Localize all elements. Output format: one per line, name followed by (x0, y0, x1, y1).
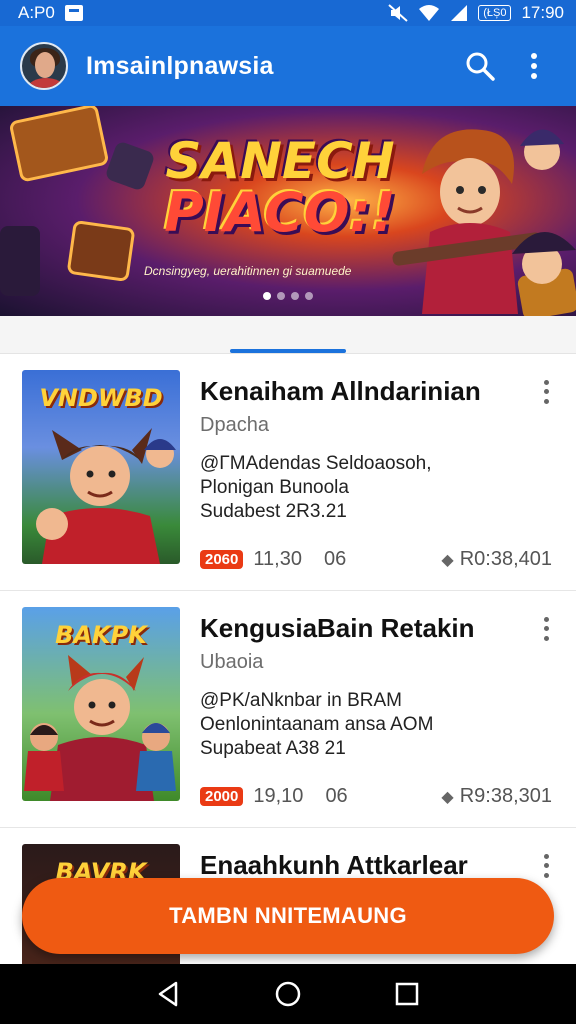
tag-icon: ◆ (441, 788, 454, 806)
app-title: Imsainlpnawsia (86, 51, 274, 80)
item-badge: 2060 (200, 550, 244, 569)
item-title: Kenaiham Allndarinian (200, 376, 481, 406)
banner-caption: Dcnsingyeg, uerahitinnen gi suamuede (144, 264, 352, 278)
item-count: 06 (323, 548, 347, 570)
item-stat: R0:38,401 (459, 548, 552, 570)
banner-tile-decor (66, 219, 136, 283)
featured-banner[interactable]: SANECH PIACO:! Dcnsingyeg, uerahitinnen … (0, 106, 576, 316)
back-button[interactable] (149, 974, 189, 1014)
status-bar: A:P0 (ŁȘ0 17:90 (0, 0, 576, 26)
item-time: 11,30 (253, 548, 302, 570)
tab-indicator (230, 349, 346, 353)
app-bar: Imsainlpnawsia (0, 26, 576, 106)
item-subtitle: Ubaoia (200, 651, 264, 673)
pager-dot[interactable] (263, 292, 271, 300)
item-more-button[interactable] (536, 378, 556, 406)
item-title: KengusiaBain Retakin (200, 613, 475, 643)
item-stat: R9:38,301 (459, 785, 552, 807)
tag-icon: ◆ (441, 551, 454, 569)
item-description: @PK/aNknbar in BRAM Oenlonintaanam ansa … (200, 690, 434, 759)
game-thumbnail[interactable]: BAKPK (22, 607, 180, 801)
item-description: @ΓMAdendas Seldoaosoh, Plonigan Bunoola … (200, 453, 432, 522)
wifi-icon (419, 5, 440, 21)
item-meta: 2000 19,10 06 ◆ R9:38,301 (200, 785, 552, 808)
hero-character-illustration (392, 129, 576, 314)
tab-strip[interactable] (0, 316, 576, 354)
item-count: 06 (325, 785, 348, 807)
game-thumbnail[interactable]: VNDWBD (22, 370, 180, 564)
system-nav-bar (0, 964, 576, 1024)
profile-avatar[interactable] (20, 42, 68, 90)
more-vert-icon (531, 53, 537, 79)
list-item[interactable]: BAKPK KengusiaBain Retakin Ubaoia @PK/aN… (0, 591, 576, 828)
home-button[interactable] (268, 974, 308, 1014)
banner-pager (0, 292, 576, 300)
primary-action-button[interactable]: TAMBN NNITEMAUNG (22, 878, 554, 954)
banner-tile-decor (104, 140, 156, 192)
carrier-text: A:P0 (18, 3, 55, 22)
clock: 17:90 (521, 3, 564, 22)
battery-icon: (ŁȘ0 (478, 5, 512, 21)
recents-button[interactable] (387, 974, 427, 1014)
pager-dot[interactable] (305, 292, 313, 300)
recents-square-icon (395, 982, 418, 1006)
signal-icon (451, 5, 468, 21)
thumbnail-character (36, 428, 176, 564)
item-title: Enaahkunh Attkarlear (200, 850, 468, 880)
search-icon (466, 52, 495, 81)
item-badge: 2000 (200, 787, 244, 806)
mute-icon (388, 4, 408, 22)
item-meta: 2060 11,30 06 ◆ R0:38,401 (200, 548, 552, 571)
item-subtitle: Dpacha (200, 414, 269, 436)
list-item[interactable]: VNDWBD Kenaiham Allndarinian Dpacha @ΓMA… (0, 354, 576, 591)
banner-title: SANECH PIACO:! (164, 132, 396, 244)
home-circle-icon (275, 981, 301, 1007)
back-triangle-icon (159, 981, 178, 1007)
search-button[interactable] (458, 44, 502, 88)
pager-dot[interactable] (291, 292, 299, 300)
item-time: 19,10 (253, 785, 304, 807)
item-more-button[interactable] (536, 615, 556, 643)
more-options-button[interactable] (512, 44, 556, 88)
item-more-button[interactable] (536, 852, 556, 880)
notification-icon (64, 5, 83, 21)
banner-tile-decor (0, 226, 40, 296)
banner-tile-decor (8, 106, 110, 183)
thumbnail-character (24, 655, 176, 801)
pager-dot[interactable] (277, 292, 285, 300)
